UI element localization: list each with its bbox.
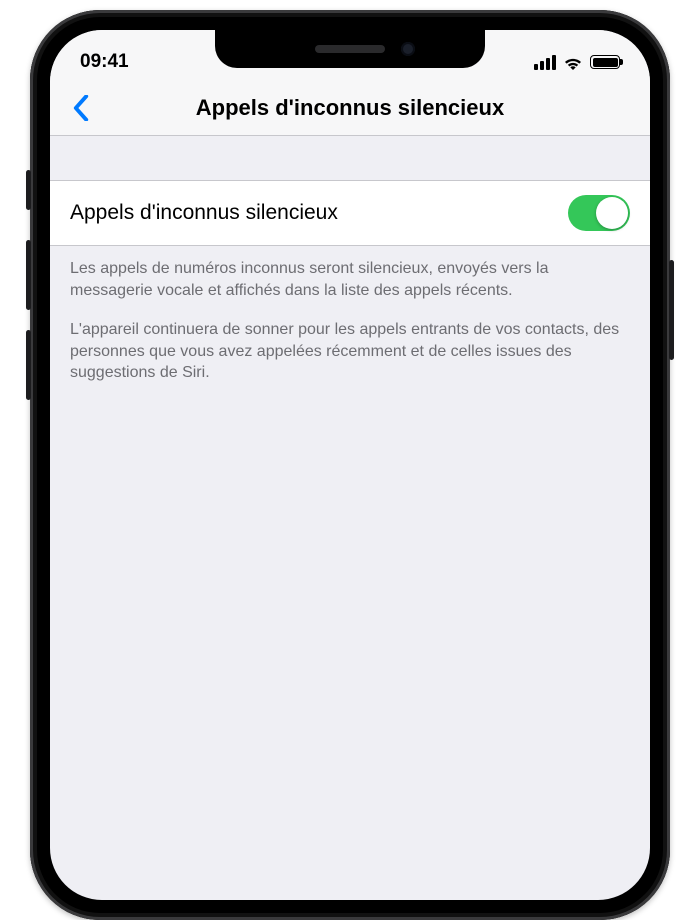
setting-label: Appels d'inconnus silencieux bbox=[70, 201, 338, 225]
toggle-knob bbox=[596, 197, 628, 229]
description-paragraph-2: L'appareil continuera de sonner pour les… bbox=[70, 319, 630, 384]
side-button-volume-down bbox=[26, 330, 31, 400]
wifi-icon bbox=[563, 55, 583, 70]
front-camera bbox=[401, 42, 415, 56]
page-title: Appels d'inconnus silencieux bbox=[62, 95, 638, 121]
content: Appels d'inconnus silencieux Les appels … bbox=[50, 136, 650, 384]
silence-unknown-callers-row[interactable]: Appels d'inconnus silencieux bbox=[50, 180, 650, 246]
speaker-grille bbox=[315, 45, 385, 53]
status-time: 09:41 bbox=[80, 51, 129, 73]
screen: 09:41 Appels d'inconnus silencieux bbox=[50, 30, 650, 900]
side-button-volume-up bbox=[26, 240, 31, 310]
description-paragraph-1: Les appels de numéros inconnus seront si… bbox=[70, 258, 630, 301]
nav-bar: Appels d'inconnus silencieux bbox=[50, 80, 650, 136]
silence-unknown-callers-toggle[interactable] bbox=[568, 195, 630, 231]
setting-description: Les appels de numéros inconnus seront si… bbox=[50, 246, 650, 384]
side-button-power bbox=[669, 260, 674, 360]
battery-icon bbox=[590, 55, 620, 69]
notch bbox=[215, 30, 485, 68]
cellular-signal-icon bbox=[534, 55, 556, 70]
device-frame: 09:41 Appels d'inconnus silencieux bbox=[30, 10, 670, 920]
side-button-silence bbox=[26, 170, 31, 210]
